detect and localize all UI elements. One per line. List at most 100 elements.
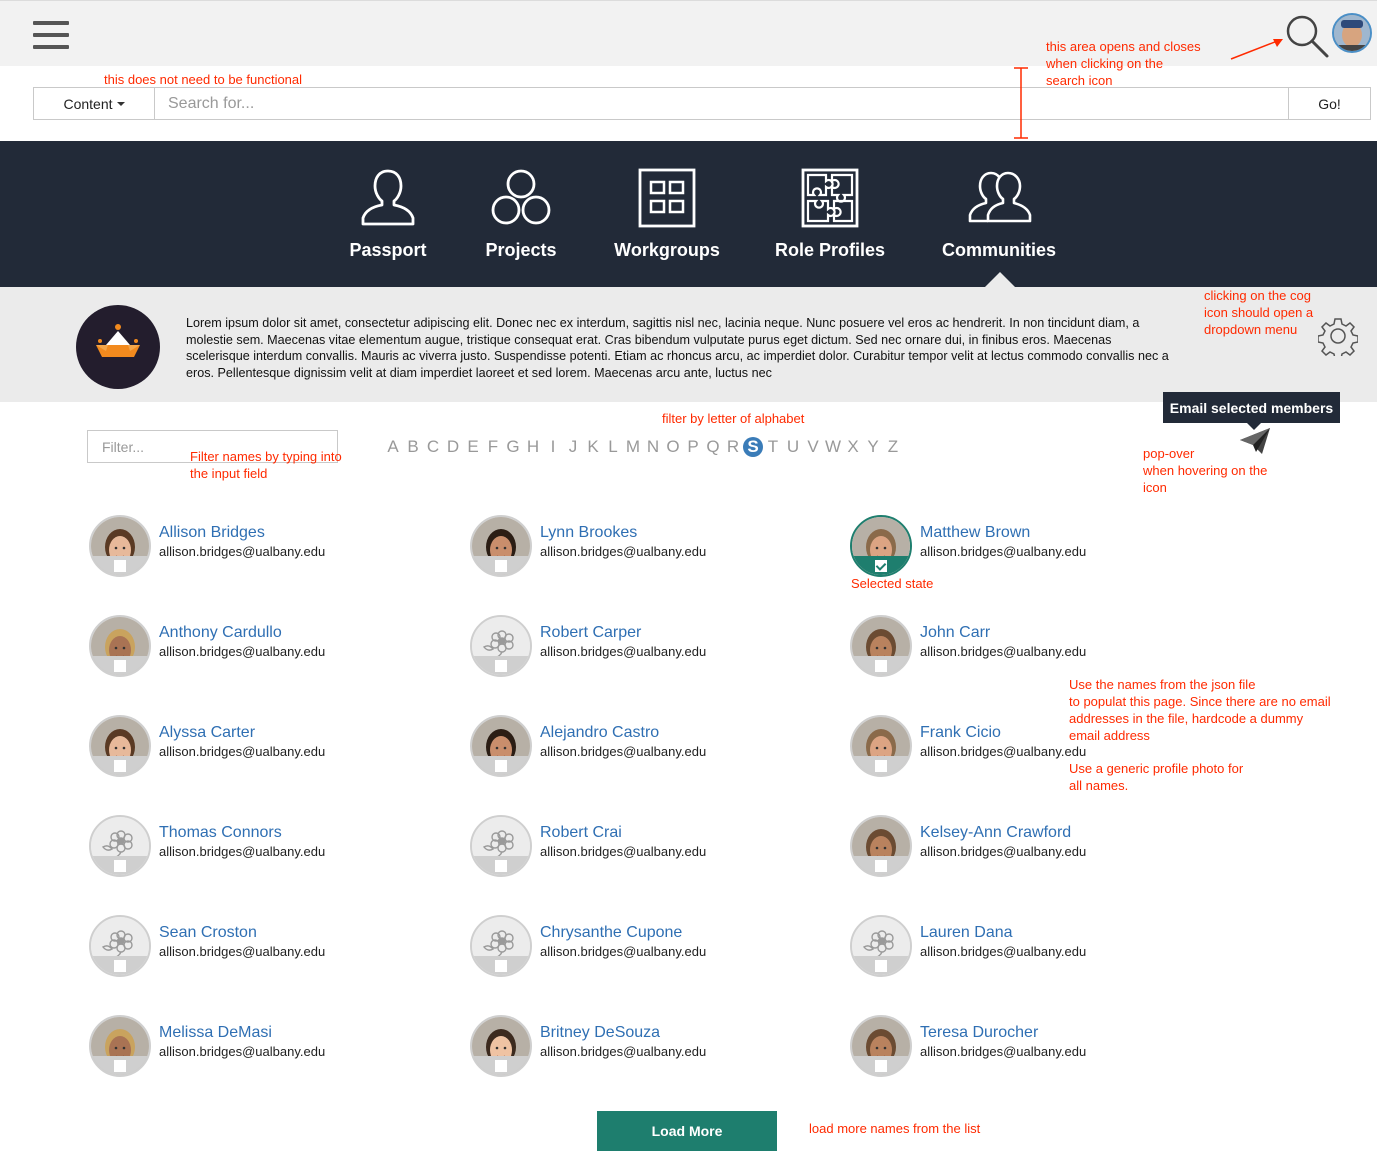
avatar[interactable] [89, 715, 151, 777]
member-name[interactable]: Lauren Dana [920, 924, 1013, 942]
user-avatar[interactable] [1332, 13, 1372, 53]
gear-icon[interactable] [1317, 316, 1359, 361]
letter-g[interactable]: G [503, 436, 523, 458]
letter-r[interactable]: R [723, 436, 743, 458]
letter-f[interactable]: F [483, 436, 503, 458]
letter-l[interactable]: L [603, 436, 623, 458]
avatar[interactable] [470, 915, 532, 977]
letter-k[interactable]: K [583, 436, 603, 458]
nav-item-passport[interactable]: Passport [338, 141, 438, 287]
member-name[interactable]: Kelsey-Ann Crawford [920, 824, 1071, 842]
letter-i[interactable]: I [543, 436, 563, 458]
letter-p[interactable]: P [683, 436, 703, 458]
select-checkbox[interactable] [114, 560, 126, 572]
member-name[interactable]: John Carr [920, 624, 990, 642]
select-checkbox[interactable] [495, 760, 507, 772]
member-name[interactable]: Britney DeSouza [540, 1024, 660, 1042]
letter-w[interactable]: W [823, 436, 843, 458]
select-checkbox[interactable] [875, 1060, 887, 1072]
letter-m[interactable]: M [623, 436, 643, 458]
avatar[interactable] [850, 815, 912, 877]
select-checkbox[interactable] [114, 1060, 126, 1072]
avatar[interactable] [470, 515, 532, 577]
content-dropdown[interactable]: Content [34, 88, 155, 119]
select-checkbox[interactable] [495, 560, 507, 572]
member-email: allison.bridges@ualbany.edu [540, 844, 707, 859]
avatar[interactable] [470, 615, 532, 677]
select-checkbox[interactable] [875, 860, 887, 872]
letter-q[interactable]: Q [703, 436, 723, 458]
letter-b[interactable]: B [403, 436, 423, 458]
member-name[interactable]: Allison Bridges [159, 524, 265, 542]
letter-u[interactable]: U [783, 436, 803, 458]
select-checkbox[interactable] [114, 960, 126, 972]
letter-s[interactable]: S [743, 437, 763, 457]
letter-e[interactable]: E [463, 436, 483, 458]
member-name[interactable]: Alyssa Carter [159, 724, 255, 742]
letter-n[interactable]: N [643, 436, 663, 458]
member-name[interactable]: Robert Carper [540, 624, 641, 642]
letter-x[interactable]: X [843, 436, 863, 458]
member-name[interactable]: Robert Crai [540, 824, 622, 842]
hamburger-icon[interactable] [33, 21, 69, 49]
select-checkbox[interactable] [114, 760, 126, 772]
member-name[interactable]: Anthony Cardullo [159, 624, 282, 642]
select-checkbox[interactable] [495, 960, 507, 972]
letter-v[interactable]: V [803, 436, 823, 458]
avatar[interactable] [89, 615, 151, 677]
avatar[interactable] [89, 915, 151, 977]
member-email: allison.bridges@ualbany.edu [540, 1044, 707, 1059]
annotation-name-filter: Filter names by typing into the input fi… [190, 449, 342, 481]
select-checkbox[interactable] [114, 660, 126, 672]
search-icon[interactable] [1284, 13, 1330, 64]
letter-o[interactable]: O [663, 436, 683, 458]
avatar[interactable] [850, 915, 912, 977]
member-name[interactable]: Teresa Durocher [920, 1024, 1038, 1042]
letter-j[interactable]: J [563, 436, 583, 458]
member-email: allison.bridges@ualbany.edu [920, 644, 1087, 659]
letter-t[interactable]: T [763, 436, 783, 458]
nav-item-role-profiles[interactable]: Role Profiles [770, 141, 890, 287]
letter-c[interactable]: C [423, 436, 443, 458]
nav-item-projects[interactable]: Projects [471, 141, 571, 287]
avatar[interactable] [850, 615, 912, 677]
nav-item-communities[interactable]: Communities [939, 141, 1059, 287]
select-checkbox[interactable] [875, 960, 887, 972]
avatar[interactable] [470, 715, 532, 777]
avatar[interactable] [470, 815, 532, 877]
select-checkbox[interactable] [495, 660, 507, 672]
avatar[interactable] [850, 715, 912, 777]
select-checkbox[interactable] [495, 860, 507, 872]
avatar[interactable] [850, 1015, 912, 1077]
annotation-cog-menu: clicking on the cog icon should open a d… [1204, 288, 1314, 337]
select-checkbox[interactable] [875, 560, 887, 572]
letter-z[interactable]: Z [883, 436, 903, 458]
letter-h[interactable]: H [523, 436, 543, 458]
avatar[interactable] [89, 515, 151, 577]
avatar[interactable] [850, 515, 912, 577]
select-checkbox[interactable] [875, 760, 887, 772]
search-input[interactable] [156, 88, 1289, 119]
annotation-arrow [1230, 39, 1283, 60]
member-name[interactable]: Melissa DeMasi [159, 1024, 272, 1042]
content-dropdown-label: Content [63, 95, 113, 112]
nav-item-workgroups[interactable]: Workgroups [607, 141, 727, 287]
member-name[interactable]: Chrysanthe Cupone [540, 924, 682, 942]
load-more-button[interactable]: Load More [597, 1111, 777, 1151]
member-name[interactable]: Thomas Connors [159, 824, 282, 842]
letter-d[interactable]: D [443, 436, 463, 458]
select-checkbox[interactable] [875, 660, 887, 672]
avatar[interactable] [89, 815, 151, 877]
avatar[interactable] [470, 1015, 532, 1077]
member-name[interactable]: Matthew Brown [920, 524, 1030, 542]
member-name[interactable]: Alejandro Castro [540, 724, 659, 742]
avatar[interactable] [89, 1015, 151, 1077]
member-name[interactable]: Sean Croston [159, 924, 257, 942]
select-checkbox[interactable] [114, 860, 126, 872]
member-name[interactable]: Frank Cicio [920, 724, 1001, 742]
letter-a[interactable]: A [383, 436, 403, 458]
letter-y[interactable]: Y [863, 436, 883, 458]
go-button[interactable]: Go! [1288, 88, 1370, 119]
select-checkbox[interactable] [495, 1060, 507, 1072]
member-name[interactable]: Lynn Brookes [540, 524, 637, 542]
